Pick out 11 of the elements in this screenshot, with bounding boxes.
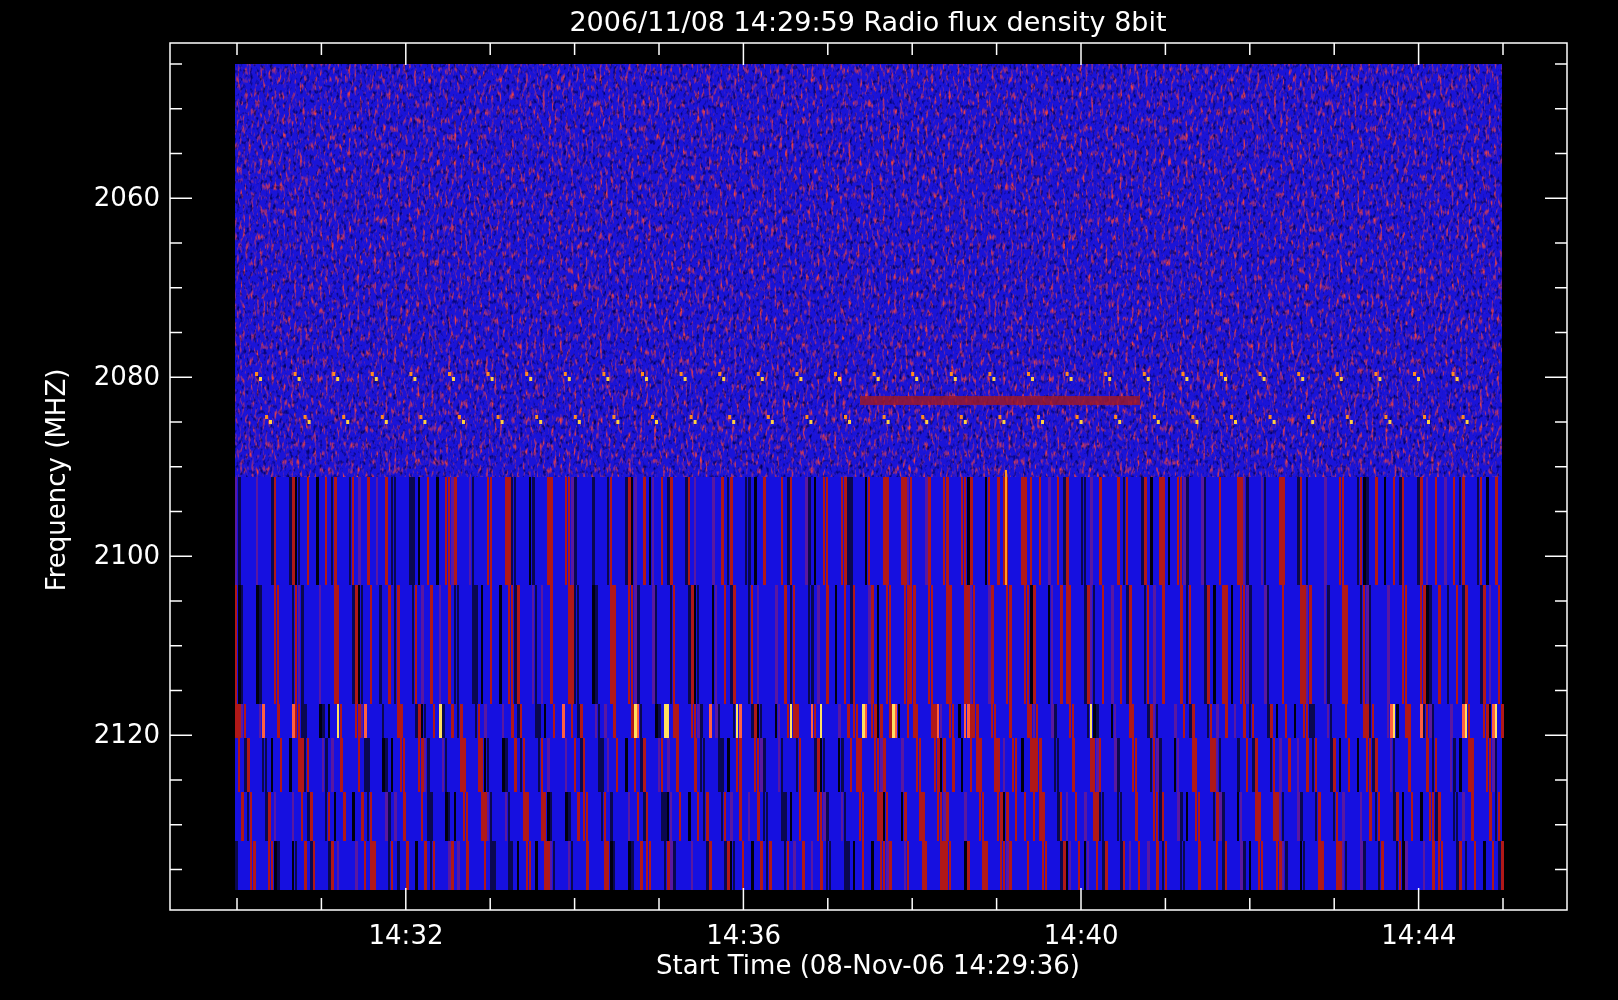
axis-tick-label: 14:44 bbox=[1381, 920, 1457, 950]
axis-tick-label: 2080 bbox=[93, 361, 160, 391]
plot-title: 2006/11/08 14:29:59 Radio flux density 8bit bbox=[569, 6, 1167, 37]
axis-tick-label: 2060 bbox=[93, 182, 160, 212]
axis-tick-label: 14:36 bbox=[706, 920, 782, 950]
axis-tick-label: 2120 bbox=[93, 719, 160, 749]
axis-label: Start Time (08-Nov-06 14:29:36) bbox=[656, 950, 1080, 980]
axis-label: Frequency (MHZ) bbox=[41, 368, 71, 592]
axis-tick-label: 14:32 bbox=[368, 920, 444, 950]
axis-tick-label: 2100 bbox=[93, 540, 160, 570]
axis-tick-label: 14:40 bbox=[1043, 920, 1119, 950]
